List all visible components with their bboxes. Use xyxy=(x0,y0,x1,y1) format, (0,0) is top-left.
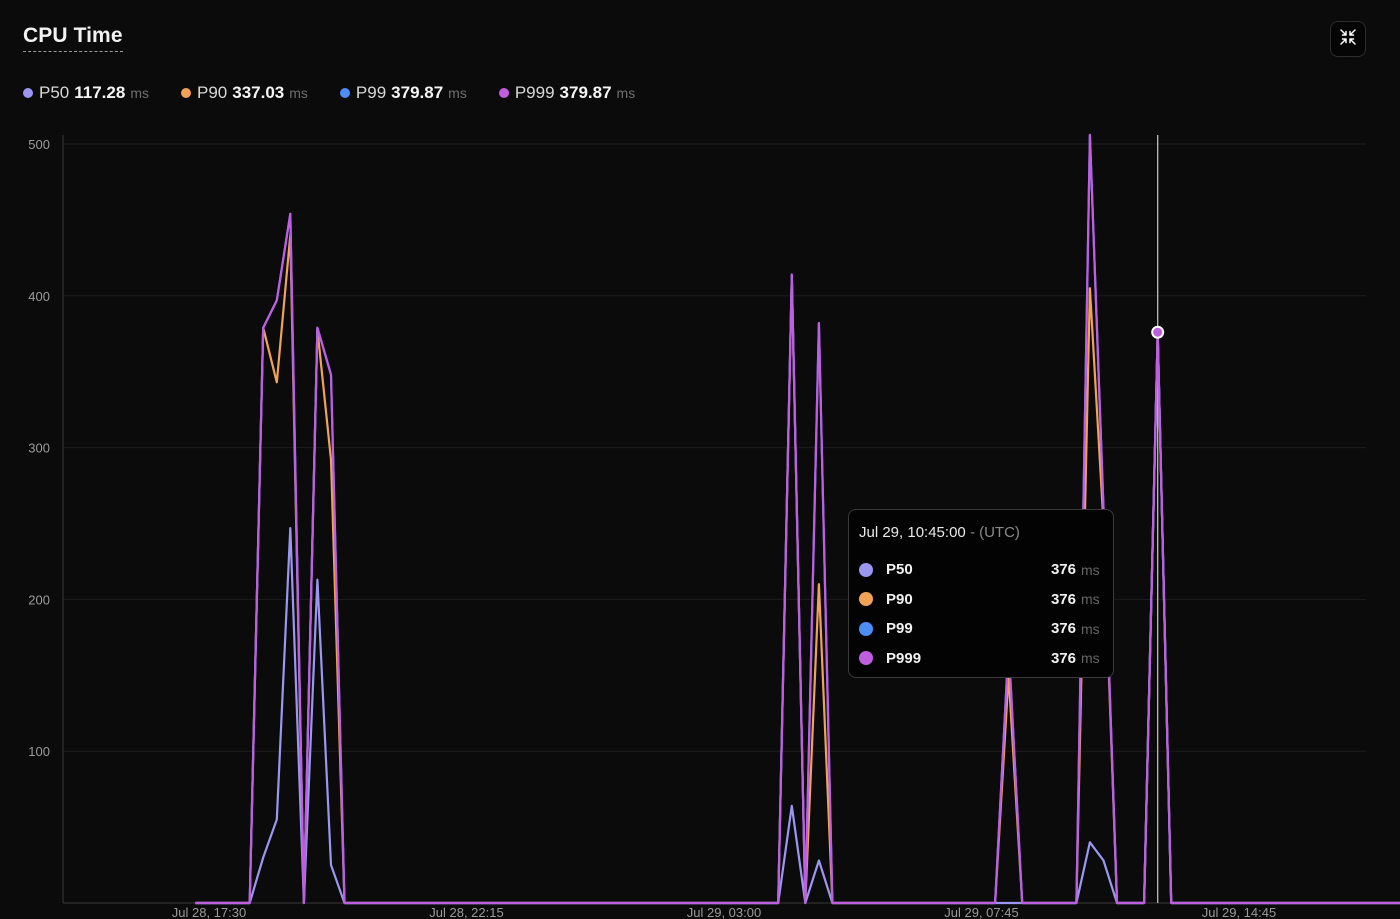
tooltip-row-p50: P50 376 ms xyxy=(859,555,1103,585)
tooltip-unit: ms xyxy=(1081,620,1100,637)
tooltip-series-name: P50 xyxy=(886,561,913,579)
y-tick-label: 200 xyxy=(28,592,50,607)
series-line-p999 xyxy=(195,133,1400,905)
tooltip-dot xyxy=(859,621,873,636)
y-tick-label: 500 xyxy=(28,137,50,152)
tooltip-dot xyxy=(859,651,873,666)
tooltip-series-name: P90 xyxy=(886,590,913,608)
tooltip-series-value: 376 xyxy=(1050,649,1076,667)
cpu-time-chart[interactable]: 100 200 300 400 500 Jul 28, 17:30 Jul 28, 22:1… xyxy=(0,0,1400,919)
tooltip-header: Jul 29, 10:45:00 - (UTC) xyxy=(859,524,1103,541)
series-line-p50 xyxy=(195,331,1400,905)
tooltip-series-name: P999 xyxy=(886,649,922,667)
tooltip-unit: ms xyxy=(1081,650,1100,667)
tooltip-unit: ms xyxy=(1081,591,1100,608)
tooltip-row-p999: P999 376 ms xyxy=(859,644,1103,674)
tooltip-timezone: - (UTC) xyxy=(969,524,1020,541)
tooltip-series-value: 376 xyxy=(1050,590,1076,608)
x-tick-label: Jul 29, 03:00 xyxy=(687,905,761,919)
x-tick-label: Jul 29, 14:45 xyxy=(1202,905,1276,919)
tooltip-series-value: 376 xyxy=(1050,620,1076,638)
y-tick-label: 300 xyxy=(28,441,50,456)
tooltip-series-name: P99 xyxy=(886,620,913,638)
x-tick-label: Jul 28, 17:30 xyxy=(172,905,246,919)
tooltip-dot xyxy=(859,592,873,607)
tooltip-unit: ms xyxy=(1081,561,1100,578)
x-tick-label: Jul 29, 07:45 xyxy=(944,905,1018,919)
hover-tooltip: Jul 29, 10:45:00 - (UTC) P50 376 ms P90 … xyxy=(848,509,1114,678)
y-tick-label: 100 xyxy=(28,744,50,759)
hover-point-marker xyxy=(1151,325,1165,339)
x-tick-label: Jul 28, 22:15 xyxy=(429,905,503,919)
tooltip-row-p99: P99 376 ms xyxy=(859,614,1103,644)
tooltip-time: Jul 29, 10:45:00 xyxy=(859,524,966,541)
y-tick-label: 400 xyxy=(28,289,50,304)
tooltip-row-p90: P90 376 ms xyxy=(859,585,1103,615)
tooltip-series-value: 376 xyxy=(1050,561,1076,579)
tooltip-dot xyxy=(859,562,873,577)
